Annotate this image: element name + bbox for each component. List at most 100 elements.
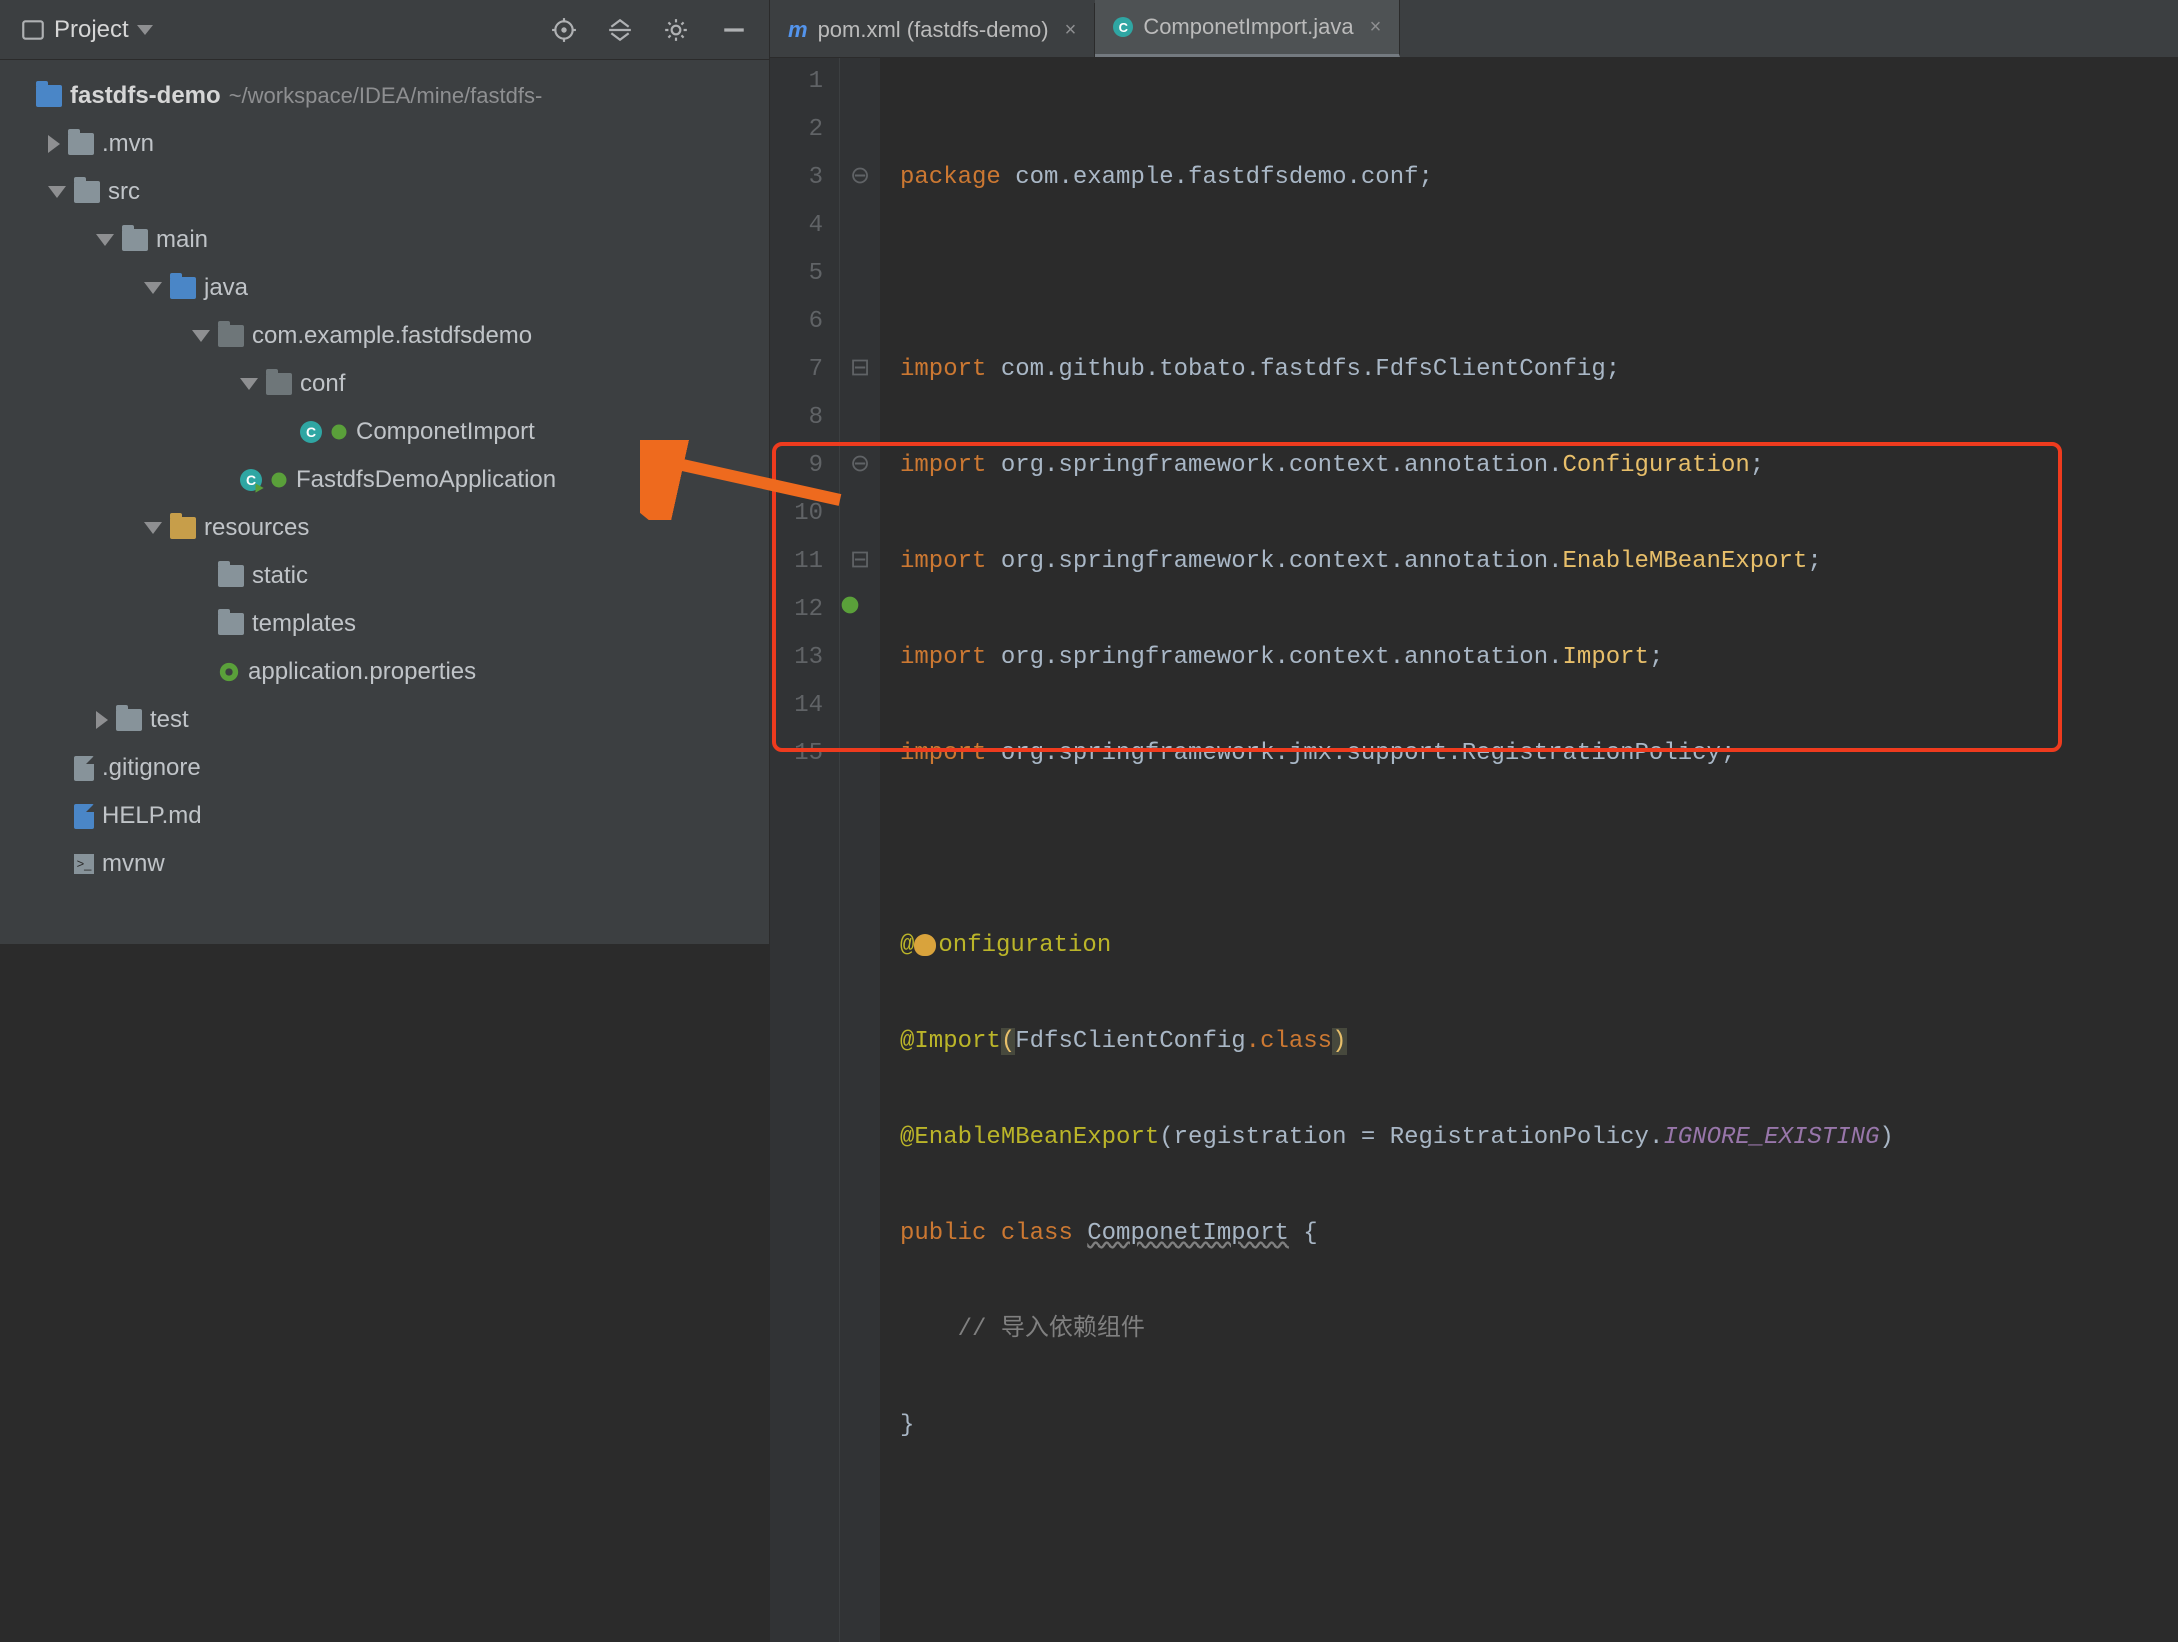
token-text: ; [1750,452,1764,479]
markdown-file-icon [74,804,94,829]
token-keyword: .class [1246,1028,1332,1055]
chevron-down-icon[interactable] [48,186,66,198]
class-icon: C [300,421,322,443]
tree-node-mvnw[interactable]: >_ mvnw [0,840,769,888]
tree-node-gitignore[interactable]: .gitignore [0,744,769,792]
minimize-icon[interactable] [719,17,749,43]
tree-label: conf [300,370,345,398]
tree-node-static[interactable]: static [0,552,769,600]
tree-node-src[interactable]: src [0,168,769,216]
locate-icon[interactable] [551,17,577,43]
line-number: 5 [770,250,823,298]
folder-icon [116,709,142,731]
tree-node-test[interactable]: test [0,696,769,744]
tree-node-java[interactable]: java [0,264,769,312]
line-number: 10 [770,490,823,538]
tree-label: templates [252,610,356,638]
tree-node-main[interactable]: main [0,216,769,264]
tree-node-mvn[interactable]: .mvn [0,120,769,168]
sidebar-title-dropdown[interactable]: Project [10,12,163,48]
token-keyword: import [900,644,986,671]
code-text[interactable]: package com.example.fastdfsdemo.conf; im… [880,58,1894,1642]
spring-gutter-icon[interactable] [840,595,860,615]
tree-label: mvnw [102,850,165,878]
tree-node-help-md[interactable]: HELP.md [0,792,769,840]
tree-node-package[interactable]: com.example.fastdfsdemo [0,312,769,360]
tree-label: HELP.md [102,802,202,830]
chevron-down-icon[interactable] [240,378,258,390]
project-root[interactable]: fastdfs-demo ~/workspace/IDEA/mine/fastd… [0,72,769,120]
tree-node-resources[interactable]: resources [0,504,769,552]
line-number: 13 [770,634,823,682]
token-field: IGNORE_EXISTING [1663,1124,1879,1151]
line-number: 1 [770,58,823,106]
sidebar-header: Project [0,0,769,60]
folder-icon [218,613,244,635]
code-area[interactable]: 1 2 3 4 5 6 7 8 9 10 11 12 13 14 15 ⊖ [770,58,2178,1642]
project-tree[interactable]: fastdfs-demo ~/workspace/IDEA/mine/fastd… [0,60,769,888]
chevron-right-icon[interactable] [96,711,108,729]
token-text: Import [1563,644,1649,671]
token-annotation: @Import [900,1028,1001,1055]
close-icon[interactable]: × [1059,19,1077,42]
spring-bean-icon [270,471,288,489]
tab-componet-import[interactable]: C ComponetImport.java × [1095,0,1400,57]
project-icon [20,17,46,43]
chevron-down-icon[interactable] [192,330,210,342]
token-text: EnableMBeanExport [1563,548,1808,575]
properties-file-icon [218,661,240,683]
gutter-icons: ⊖ ⊟ ⊖ ⊟ [840,58,880,1642]
shell-file-icon: >_ [74,854,94,874]
tree-label: ComponetImport [356,418,535,446]
line-number: 6 [770,298,823,346]
chevron-down-icon[interactable] [144,282,162,294]
line-number: 14 [770,682,823,730]
collapse-all-icon[interactable] [607,17,633,43]
token-text: com.github.tobato.fastdfs.FdfsClientConf… [986,356,1620,383]
line-number: 9 [770,442,823,490]
folder-icon [122,229,148,251]
project-sidebar: Project fastdfs-demo ~/workspace/IDEA/mi… [0,0,770,944]
gear-icon[interactable] [663,17,689,43]
token-annotation: onfiguration [938,932,1111,959]
sidebar-title-label: Project [54,16,129,44]
project-root-name: fastdfs-demo [70,82,221,110]
tree-node-templates[interactable]: templates [0,600,769,648]
tree-node-conf[interactable]: conf [0,360,769,408]
project-root-path: ~/workspace/IDEA/mine/fastdfs- [229,83,543,109]
token-keyword: public [900,1220,986,1247]
tree-label: FastdfsDemoApplication [296,466,556,494]
token-keyword: import [900,452,986,479]
token-keyword: import [900,740,986,767]
line-number: 11 [770,538,823,586]
chevron-down-icon[interactable] [96,234,114,246]
tree-label: test [150,706,189,734]
tree-node-application-properties[interactable]: application.properties [0,648,769,696]
tree-node-app-class[interactable]: C FastdfsDemoApplication [0,456,769,504]
token-annotation: @EnableMBeanExport [900,1124,1159,1151]
token-keyword: import [900,548,986,575]
spring-bean-icon [330,423,348,441]
package-icon [266,373,292,395]
token-text: com.example.fastdfsdemo.conf; [1001,164,1433,191]
resources-folder-icon [170,517,196,539]
tab-label: pom.xml (fastdfs-demo) [818,17,1049,43]
line-number: 7 [770,346,823,394]
chevron-down-icon [137,25,153,35]
tree-label: resources [204,514,309,542]
tree-node-componet-import[interactable]: C ComponetImport [0,408,769,456]
line-number: 12 [770,586,823,634]
token-keyword: import [900,356,986,383]
chevron-right-icon[interactable] [48,135,60,153]
close-icon[interactable]: × [1364,16,1382,39]
intention-bulb-icon[interactable] [914,934,936,956]
tab-pom[interactable]: m pom.xml (fastdfs-demo) × [770,3,1095,57]
source-folder-icon [170,277,196,299]
file-icon [74,756,94,781]
token-classname: ComponetImport [1087,1220,1289,1247]
line-number: 15 [770,730,823,778]
chevron-down-icon[interactable] [144,522,162,534]
line-number: 8 [770,394,823,442]
class-icon: C [1113,17,1133,37]
tab-label: ComponetImport.java [1143,14,1353,40]
